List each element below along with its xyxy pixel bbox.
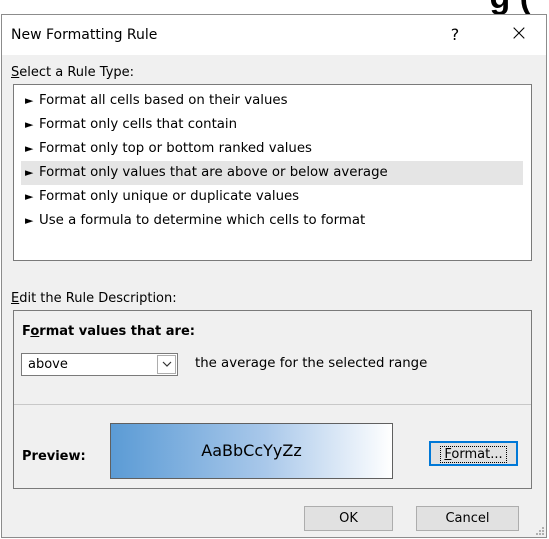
rule-type-item[interactable]: ► Format only cells that contain — [21, 113, 523, 137]
rule-type-item[interactable]: ► Format only top or bottom ranked values — [21, 137, 523, 161]
range-description-text: the average for the selected range — [195, 356, 428, 371]
format-button[interactable]: Format... — [429, 441, 518, 466]
arrow-right-icon: ► — [25, 118, 34, 131]
format-values-label-post: rmat values that are: — [39, 324, 195, 339]
dialog-title: New Formatting Rule — [11, 27, 158, 43]
arrow-right-icon: ► — [25, 94, 34, 107]
background-text-fragment: g ( — [489, 0, 531, 14]
preview-label: Preview: — [22, 449, 86, 464]
rule-description-label-text: dit the Rule Description: — [19, 291, 177, 306]
rule-type-label-text: elect a Rule Type: — [19, 65, 135, 80]
select-value: above — [28, 357, 68, 372]
rule-type-item-selected[interactable]: ► Format only values that are above or be… — [21, 161, 523, 185]
chevron-down-icon[interactable] — [157, 355, 176, 374]
rule-type-item-label: Format only top or bottom ranked values — [39, 141, 312, 156]
arrow-right-icon: ► — [25, 166, 34, 179]
title-bar: New Formatting Rule ? × — [2, 15, 546, 55]
description-divider — [14, 404, 531, 405]
format-button-label: Format... — [440, 446, 507, 463]
arrow-right-icon: ► — [25, 142, 34, 155]
rule-type-item-label: Use a formula to determine which cells t… — [39, 213, 366, 228]
arrow-right-icon: ► — [25, 214, 34, 227]
resize-grip-icon[interactable] — [534, 525, 544, 535]
arrow-right-icon: ► — [25, 190, 34, 203]
above-below-select[interactable]: above — [21, 353, 178, 376]
rule-type-item[interactable]: ► Use a formula to determine which cells … — [21, 209, 523, 233]
close-button[interactable]: × — [504, 19, 534, 49]
rule-type-item[interactable]: ► Format only unique or duplicate values — [21, 185, 523, 209]
new-formatting-rule-dialog: New Formatting Rule ? × Select a Rule Ty… — [1, 14, 547, 538]
format-values-label-accel: o — [30, 324, 40, 339]
rule-type-item-label: Format all cells based on their values — [39, 93, 288, 108]
rule-description-label: Edit the Rule Description: — [11, 291, 177, 306]
ok-button[interactable]: OK — [304, 506, 393, 531]
preview-swatch: AaBbCcYyZz — [110, 423, 393, 479]
format-values-label: Format values that are: — [22, 324, 195, 339]
background-strip: g ( — [0, 0, 549, 14]
rule-type-item-label: Format only unique or duplicate values — [39, 189, 300, 204]
rule-type-list[interactable]: ► Format all cells based on their values … — [13, 84, 532, 261]
rule-description-label-accel: E — [11, 291, 20, 306]
rule-type-item[interactable]: ► Format all cells based on their values — [21, 89, 523, 113]
cancel-button[interactable]: Cancel — [416, 506, 519, 531]
help-button[interactable]: ? — [443, 21, 467, 49]
rule-type-item-label: Format only values that are above or bel… — [39, 165, 388, 180]
rule-type-label: Select a Rule Type: — [11, 65, 134, 80]
format-button-text: ormat... — [451, 447, 503, 462]
rule-type-item-label: Format only cells that contain — [39, 117, 238, 132]
rule-description-box: Format values that are: above the averag… — [13, 310, 532, 489]
